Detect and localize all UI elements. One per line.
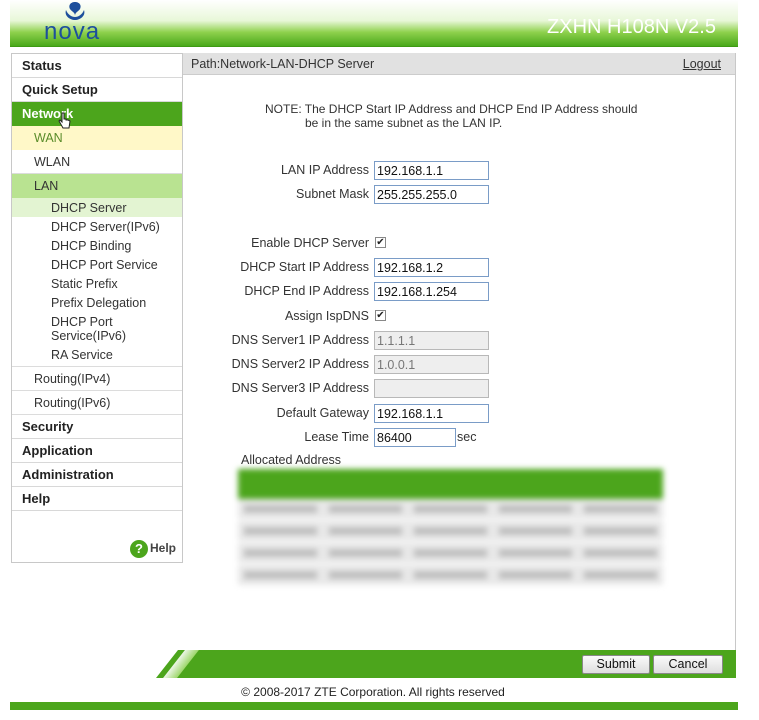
table-row [238,499,663,521]
dns2-input [374,355,489,374]
main-panel: Path:Network-LAN-DHCP Server Logout NOTE… [183,53,736,650]
assign-isp-dns-checkbox[interactable]: ✔ [375,310,386,321]
sidebar: Status Quick Setup Network WAN WLAN LAN … [11,53,183,563]
action-bar: Submit Cancel [156,650,736,678]
model-name: ZXHN H108N V2.5 [547,16,716,38]
nav-dhcp-binding[interactable]: DHCP Binding [12,236,182,255]
submit-button[interactable]: Submit [582,655,650,674]
lan-ip-label: LAN IP Address [280,163,369,177]
subnet-label: Subnet Mask [296,187,369,201]
nav-security[interactable]: Security [12,415,182,439]
end-ip-input[interactable] [374,282,489,301]
nav-dhcp-server-ipv6[interactable]: DHCP Server(IPv6) [12,217,182,236]
subnet-input[interactable] [374,185,489,204]
help-link-label: Help [150,541,177,556]
logout-link[interactable]: Logout [683,53,721,75]
lease-time-label: Lease Time [304,430,369,444]
dns3-input [374,379,489,398]
nav-routing-ipv4[interactable]: Routing(IPv4) [12,367,182,391]
help-icon: ? [130,540,148,558]
nav-static-prefix[interactable]: Static Prefix [12,274,182,293]
assign-isp-dns-label: Assign IspDNS [284,309,369,323]
row-start-ip: DHCP Start IP Address [183,258,736,278]
nova-logo: nova [44,0,104,45]
dns1-input [374,331,489,350]
table-row [238,565,663,587]
nav-wlan[interactable]: WLAN [12,150,182,174]
help-link[interactable]: ? Help [130,540,176,558]
start-ip-input[interactable] [374,258,489,277]
nav-dhcp-port-service[interactable]: DHCP Port Service [12,255,182,274]
nav-dhcp-port-service-ipv6[interactable]: DHCP Port Service(IPv6) [12,312,132,345]
row-enable-dhcp: Enable DHCP Server ✔ [183,234,736,254]
allocated-address-title: Allocated Address [241,453,342,467]
gateway-input[interactable] [374,404,489,423]
brand-name: nova [44,18,101,45]
lan-ip-input[interactable] [374,161,489,180]
lease-time-input[interactable] [374,428,456,447]
dns1-label: DNS Server1 IP Address [231,333,369,347]
note-line-1: NOTE: The DHCP Start IP Address and DHCP… [265,102,638,116]
row-gateway: Default Gateway [183,404,736,424]
path-bar: Path:Network-LAN-DHCP Server Logout [183,53,735,75]
nav-help[interactable]: Help [12,487,182,511]
nav-prefix-delegation[interactable]: Prefix Delegation [12,293,182,312]
end-ip-label: DHCP End IP Address [244,284,369,298]
nav-administration[interactable]: Administration [12,463,182,487]
row-dns3: DNS Server3 IP Address [183,379,736,399]
cancel-button[interactable]: Cancel [653,655,723,674]
nav-wan[interactable]: WAN [12,126,182,150]
enable-dhcp-checkbox[interactable]: ✔ [375,237,386,248]
nav-network[interactable]: Network [12,102,182,126]
note: NOTE: The DHCP Start IP Address and DHCP… [265,102,685,130]
row-subnet: Subnet Mask [183,185,736,205]
table-row [238,521,663,543]
gateway-label: Default Gateway [276,406,369,420]
breadcrumb: Path:Network-LAN-DHCP Server [191,57,375,71]
allocated-address-table [238,469,663,599]
allocated-table-header [238,469,663,499]
row-dns2: DNS Server2 IP Address [183,355,736,375]
nav-lan[interactable]: LAN [12,174,182,198]
header: nova ZXHN H108N V2.5 [10,0,738,47]
nav-dhcp-server[interactable]: DHCP Server [12,198,182,217]
row-dns1: DNS Server1 IP Address [183,331,736,351]
row-assign-isp-dns: Assign IspDNS ✔ [183,307,736,327]
note-line-2: be in the same subnet as the LAN IP. [305,116,503,130]
nav-quick-setup[interactable]: Quick Setup [12,78,182,102]
row-lan-ip: LAN IP Address [183,161,736,181]
start-ip-label: DHCP Start IP Address [240,260,369,274]
lease-time-unit: sec [457,430,477,444]
row-end-ip: DHCP End IP Address [183,282,736,302]
row-lease-time: Lease Time sec [183,428,736,448]
dns2-label: DNS Server2 IP Address [231,357,369,371]
enable-dhcp-label: Enable DHCP Server [251,236,369,250]
nav-routing-ipv6[interactable]: Routing(IPv6) [12,391,182,415]
dns3-label: DNS Server3 IP Address [231,381,369,395]
copyright: © 2008-2017 ZTE Corporation. All rights … [241,685,505,699]
footer-line [10,702,738,710]
nav-application[interactable]: Application [12,439,182,463]
nav-ra-service[interactable]: RA Service [12,345,182,367]
nav-status[interactable]: Status [12,54,182,78]
table-row [238,543,663,565]
hand-cursor-icon [58,112,71,129]
